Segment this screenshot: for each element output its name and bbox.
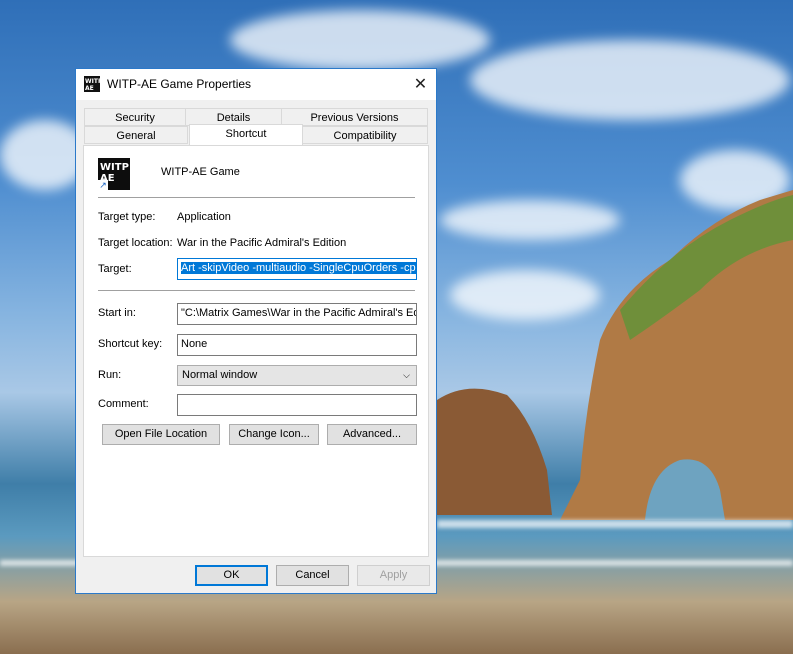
app-icon: WITP AE [84, 76, 103, 92]
target-type-label: Target type: [98, 211, 156, 223]
run-label: Run: [98, 369, 122, 381]
divider [98, 290, 415, 291]
tab-general[interactable]: General [84, 126, 188, 144]
cloud [230, 10, 490, 70]
cloud [470, 40, 790, 120]
sea-arch-rock [560, 190, 793, 520]
cancel-button[interactable]: Cancel [276, 565, 349, 586]
apply-button[interactable]: Apply [357, 565, 430, 586]
properties-dialog: WITP AE WITP-AE Game Properties ✕ Securi… [75, 68, 437, 594]
chevron-down-icon: ⌵ [403, 370, 410, 380]
tab-previous-versions[interactable]: Previous Versions [281, 108, 428, 126]
target-label: Target: [98, 263, 132, 275]
close-icon: ✕ [413, 76, 428, 93]
start-in-label: Start in: [98, 307, 136, 319]
tab-security[interactable]: Security [84, 108, 186, 126]
tab-compatibility[interactable]: Compatibility [302, 126, 428, 144]
comment-input[interactable] [177, 394, 417, 416]
shortcut-panel: WITP AE ↗ WITP-AE Game Target type: Appl… [83, 145, 429, 557]
wave [437, 520, 793, 528]
close-button[interactable]: ✕ [405, 69, 436, 100]
ok-button[interactable]: OK [195, 565, 268, 586]
target-input[interactable]: Art -skipVideo -multiaudio -SingleCpuOrd… [177, 258, 417, 280]
tab-shortcut[interactable]: Shortcut [189, 124, 303, 145]
shortcut-key-input[interactable]: None [177, 334, 417, 356]
title-bar: WITP AE WITP-AE Game Properties ✕ [76, 69, 436, 100]
shortcut-icon: WITP AE ↗ [98, 158, 130, 190]
target-location-label: Target location: [98, 237, 173, 249]
divider [98, 197, 415, 198]
shortcut-arrow-icon: ↗ [98, 180, 108, 190]
window-title: WITP-AE Game Properties [107, 77, 252, 91]
shortcut-key-label: Shortcut key: [98, 338, 163, 350]
comment-label: Comment: [98, 398, 149, 410]
start-in-input[interactable]: "C:\Matrix Games\War in the Pacific Admi… [177, 303, 417, 325]
shortcut-name: WITP-AE Game [161, 166, 240, 178]
target-location-value: War in the Pacific Admiral's Edition [177, 237, 347, 249]
advanced-button[interactable]: Advanced... [327, 424, 417, 445]
change-icon-button[interactable]: Change Icon... [229, 424, 319, 445]
run-select[interactable]: Normal window ⌵ [177, 365, 417, 386]
sea-stack-rock [437, 388, 552, 515]
target-type-value: Application [177, 211, 231, 223]
open-file-location-button[interactable]: Open File Location [102, 424, 220, 445]
